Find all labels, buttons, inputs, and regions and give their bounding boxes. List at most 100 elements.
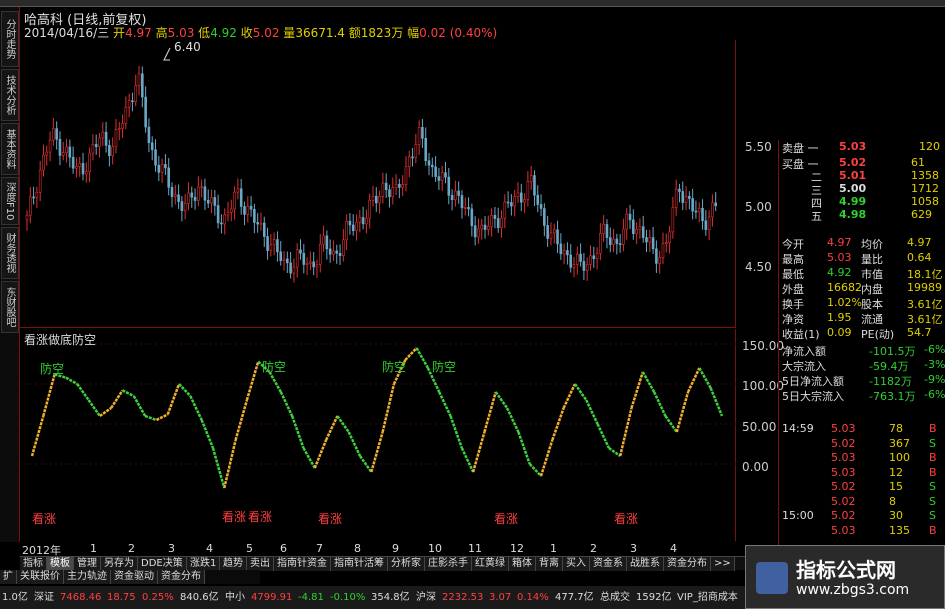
indicator-segment	[709, 387, 724, 417]
candle	[427, 152, 431, 176]
indicator-segment	[585, 399, 599, 425]
candle	[134, 74, 138, 107]
bid-price: 4.98	[839, 208, 867, 221]
indicator-tab[interactable]: 另存为	[101, 557, 138, 571]
secondary-tab[interactable]: 主力轨迹	[64, 570, 111, 584]
candle	[332, 240, 335, 261]
status-item: 中小	[225, 592, 245, 603]
indicator-tab[interactable]: 红黄绿	[472, 557, 509, 571]
indicator-tab[interactable]: 买入	[563, 557, 590, 571]
indicator-tab[interactable]: 分析家	[388, 557, 425, 571]
indicator-segment	[675, 391, 690, 433]
bid-row: 三 5.00 1712	[779, 182, 945, 197]
sidebar-tab-f10[interactable]: 深度F10	[1, 177, 19, 225]
candle	[164, 154, 167, 176]
indicator-tab[interactable]: 箱体	[509, 557, 536, 571]
peak-pointer	[163, 47, 171, 61]
indicator-tab[interactable]: 模板	[47, 557, 74, 571]
indicator-tab[interactable]: 庄影杀手	[425, 557, 472, 571]
candle	[121, 114, 124, 138]
sidebar-tab-tech[interactable]: 技术分析	[1, 69, 19, 121]
bid-vol: 629	[911, 208, 932, 221]
tick-row: 14:59 5.03 78 B	[779, 422, 945, 435]
candle	[378, 190, 381, 214]
candle	[388, 184, 391, 208]
stat-label: 净资	[782, 313, 804, 326]
indicator-segment	[302, 447, 316, 469]
stat-value: 4.97	[827, 236, 852, 249]
candle	[42, 144, 45, 177]
candle	[213, 190, 217, 216]
flow-value: -763.1万	[869, 390, 916, 403]
sidebar-tab-forum[interactable]: 东财股吧	[1, 281, 19, 333]
indicator-tab[interactable]: DDE决策	[138, 557, 187, 571]
candle	[691, 188, 694, 220]
signal-fangkong: 防空	[432, 360, 457, 374]
candle	[141, 66, 144, 108]
sidebar-tab-basic[interactable]: 基本资料	[1, 123, 19, 175]
flow-pct: -6%	[924, 388, 945, 401]
candle	[374, 187, 378, 212]
stat-value: 0.64	[907, 251, 932, 264]
candle	[361, 206, 365, 230]
indicator-segment	[517, 431, 531, 465]
signal-kanzhang: 看涨	[248, 510, 273, 524]
candle	[417, 120, 421, 155]
candle	[114, 119, 118, 154]
secondary-tab[interactable]: 关联报价	[17, 570, 64, 584]
date-tick: 7	[316, 542, 323, 555]
indicator-segment	[155, 413, 169, 422]
candle	[658, 250, 661, 274]
indicator-tab[interactable]: 涨跌1	[187, 557, 221, 571]
tick-side: S	[929, 494, 936, 508]
candle	[711, 194, 714, 227]
candle	[595, 247, 599, 270]
signal-kanzhang: 看涨	[32, 512, 57, 526]
left-sidebar: 分时走势 技术分析 基本资料 深度F10 财务透视 东财股吧	[0, 7, 20, 542]
stat-row: 净资 1.95 流通 3.61亿	[779, 311, 945, 326]
indicator-tab[interactable]: 资金系	[590, 557, 627, 571]
secondary-tab[interactable]: 扩	[0, 570, 17, 584]
candle	[612, 228, 615, 253]
candle	[365, 209, 368, 234]
indicator-tab[interactable]: 指南针资金	[274, 557, 331, 571]
candlestick-svg	[25, 47, 718, 283]
logo-icon	[756, 562, 788, 594]
candle	[223, 208, 227, 235]
candle	[309, 251, 312, 271]
candle	[124, 96, 128, 130]
candle	[523, 193, 526, 213]
date-tick: 9	[392, 542, 399, 555]
indicator-tab[interactable]: 资金分布	[664, 557, 711, 571]
indicator-segment	[132, 395, 147, 417]
indicator-tab[interactable]: 战胜系	[627, 557, 664, 571]
tick-vol: 135	[889, 523, 910, 537]
candle	[460, 190, 464, 219]
candle	[688, 191, 691, 210]
bid-price: 5.00	[839, 182, 867, 195]
bid-vol: 1358	[911, 169, 939, 182]
candle	[276, 231, 279, 262]
date-tick: 4	[206, 542, 213, 555]
date-tick: 4	[670, 542, 677, 555]
candlestick-chart[interactable]: 6.40	[20, 40, 736, 328]
candle	[592, 246, 596, 268]
candle	[272, 232, 276, 256]
sidebar-tab-timeline[interactable]: 分时走势	[1, 11, 19, 67]
indicator-tab[interactable]: 卖出	[247, 557, 274, 571]
candle	[569, 244, 573, 273]
candle	[61, 141, 65, 161]
secondary-tab[interactable]: 资金分布	[158, 570, 205, 584]
candle	[246, 196, 250, 223]
stat-label: 今开	[782, 238, 804, 251]
secondary-tab[interactable]: 资金驱动	[111, 570, 158, 584]
flow-label: 5日大宗流入	[782, 390, 844, 403]
indicator-tab[interactable]: 指南针活筹	[331, 557, 388, 571]
indicator-tab[interactable]: 趋势	[220, 557, 247, 571]
indicator-tab[interactable]: 背离	[536, 557, 563, 571]
indicator-tab[interactable]: 指标	[20, 557, 47, 571]
indicator-tab[interactable]: >>	[711, 557, 735, 571]
sidebar-tab-finance[interactable]: 财务透视	[1, 227, 19, 279]
candle	[463, 197, 467, 216]
indicator-tab[interactable]: 管理	[74, 557, 101, 571]
